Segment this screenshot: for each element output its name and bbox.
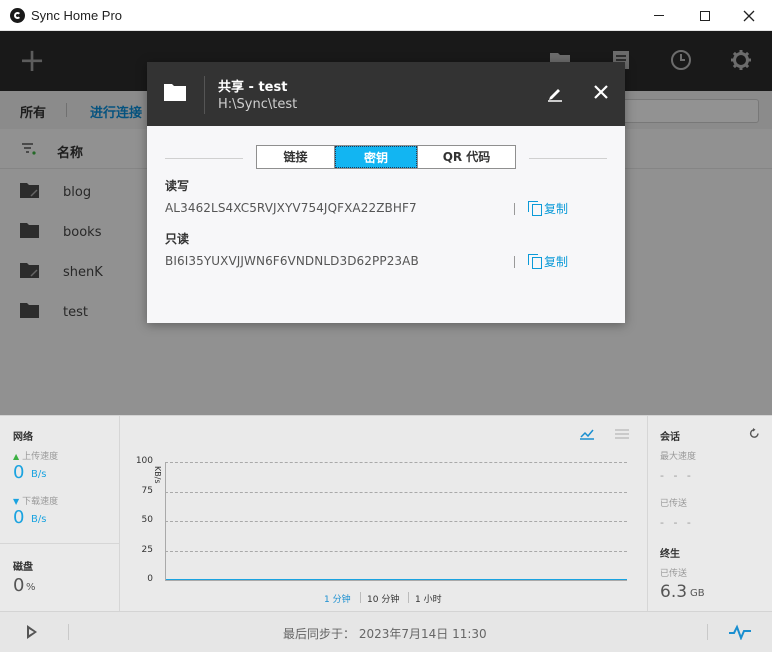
upload-unit: B/s [31, 469, 47, 480]
minimize-button[interactable] [636, 0, 682, 31]
tab-key[interactable]: 密钥 [335, 146, 417, 168]
app-logo-icon [10, 8, 25, 23]
y-tick-label: 75 [141, 485, 153, 496]
y-tick-label: 0 [147, 574, 153, 584]
grid-line [165, 550, 627, 552]
disk-title: 磁盘 [13, 562, 33, 573]
max-speed-value: - - - [660, 469, 694, 482]
grid-line [165, 580, 627, 581]
copy-separator [514, 256, 515, 268]
grid-line [165, 462, 627, 463]
copy-read-only-button[interactable]: 复制 [528, 253, 568, 270]
last-sync-text: 最后同步于： 2023年7月14日 11:30 [283, 627, 487, 641]
header-separator [204, 76, 205, 114]
dialog-path: H:\Sync\test [218, 97, 298, 112]
range-separator [408, 592, 409, 603]
stats-panel: 网络 ▲ 上传速度 0 B/s ▼ 下载速度 0 B/s 磁盘 0 % KB/s 1… [0, 415, 772, 612]
read-write-label: 读写 [165, 179, 190, 193]
status-bar: 最后同步于： 2023年7月14日 11:30 [0, 611, 772, 652]
grid-line [165, 521, 627, 522]
close-window-button[interactable] [726, 0, 772, 31]
minimize-icon [654, 15, 664, 16]
maximize-button[interactable] [682, 0, 728, 31]
status-separator [68, 624, 69, 640]
range-10min[interactable]: 10 分钟 [367, 592, 399, 605]
network-title: 网络 [13, 432, 33, 443]
copy-icon [528, 254, 542, 269]
lifetime-title: 终生 [660, 549, 680, 560]
folder-icon [164, 84, 186, 101]
read-write-key[interactable]: AL3462LS4XC5RVJXYV754JQFXA22ZBHF7 [165, 201, 417, 215]
download-label: ▼ 下载速度 [13, 497, 59, 507]
speed-chart: KB/s 1 分钟 10 分钟 1 小时 0 25 50 75 100 [120, 416, 647, 612]
reset-icon[interactable] [749, 428, 760, 439]
dialog-header: 共享 - test H:\Sync\test [147, 62, 625, 126]
y-axis-label: KB/s [153, 466, 162, 484]
upload-label: ▲ 上传速度 [13, 452, 59, 462]
edit-icon[interactable] [547, 85, 563, 102]
title-bar: Sync Home Pro [0, 0, 772, 31]
download-arrow-icon: ▼ [13, 497, 20, 506]
network-stats: 网络 ▲ 上传速度 0 B/s ▼ 下载速度 0 B/s 磁盘 0 % [0, 416, 120, 612]
download-value: 0 [13, 507, 25, 528]
lifetime-sent-unit: GB [690, 588, 705, 599]
copy-read-write-button[interactable]: 复制 [528, 200, 568, 217]
copy-separator [514, 203, 515, 215]
close-icon [743, 10, 755, 21]
disk-value: 0 [13, 575, 25, 596]
y-tick-label: 25 [141, 544, 153, 555]
tab-bar: 链接 密钥 QR 代码 [256, 145, 516, 169]
grid-line [165, 491, 627, 493]
session-sent-value: - - - [660, 516, 694, 529]
tab-qr-code[interactable]: QR 代码 [417, 146, 515, 168]
dialog-title: 共享 - test [218, 80, 288, 95]
range-1hour[interactable]: 1 小时 [415, 592, 442, 605]
activity-icon[interactable] [729, 624, 751, 640]
range-separator [360, 592, 361, 603]
maximize-icon [700, 10, 710, 21]
app-title: Sync Home Pro [31, 8, 123, 23]
max-speed-label: 最大速度 [660, 452, 697, 462]
line-chart-icon[interactable] [580, 428, 594, 440]
range-1min[interactable]: 1 分钟 [324, 592, 351, 605]
lifetime-sent-label: 已传送 [660, 569, 688, 579]
download-unit: B/s [31, 514, 47, 525]
divider [0, 543, 120, 544]
list-view-icon[interactable] [615, 428, 629, 440]
session-stats: 会话 最大速度 - - - 已传送 - - - 终生 已传送 6.3 GB [647, 416, 772, 612]
copy-icon [528, 201, 542, 216]
session-sent-label: 已传送 [660, 499, 688, 509]
upload-arrow-icon: ▲ [13, 452, 20, 461]
read-only-label: 只读 [165, 232, 190, 246]
y-tick-label: 100 [135, 456, 153, 466]
play-icon-inner [29, 629, 34, 635]
tabs-divider [529, 158, 607, 159]
share-dialog: 共享 - test H:\Sync\test 链接 密钥 QR 代码 读写 AL… [147, 62, 625, 323]
disk-unit: % [26, 582, 36, 593]
series-line [166, 579, 627, 580]
close-icon[interactable] [593, 84, 609, 100]
upload-value: 0 [13, 462, 25, 483]
status-separator [707, 624, 708, 640]
y-tick-label: 50 [141, 515, 153, 525]
read-only-key[interactable]: BI6I35YUXVJJWN6F6VNDNLD3D62PP23AB [165, 254, 419, 268]
lifetime-sent-value: 6.3 [660, 582, 688, 602]
session-title: 会话 [660, 432, 680, 443]
tab-link[interactable]: 链接 [257, 146, 335, 168]
tabs-divider [165, 158, 243, 159]
